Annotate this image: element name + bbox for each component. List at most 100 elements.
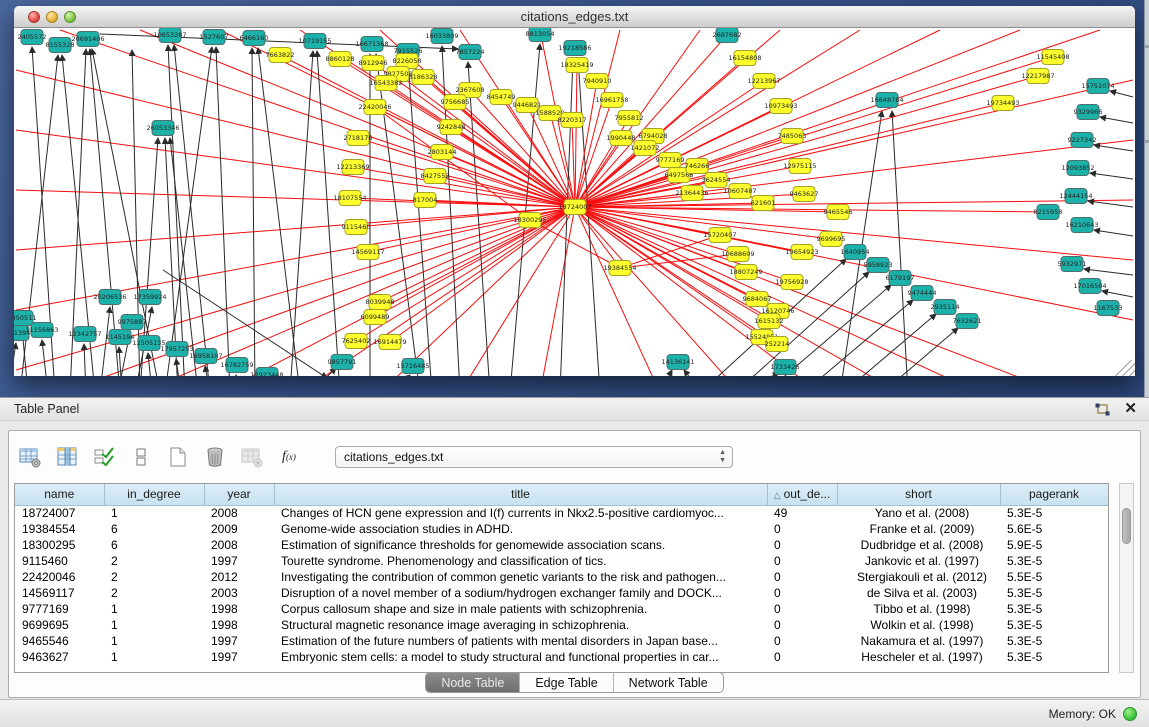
graph-node[interactable]: 15751074	[1081, 79, 1114, 94]
table-row[interactable]: 1830029562008Estimation of significance …	[15, 537, 1108, 553]
table-row[interactable]: 1938455462009Genome-wide association stu…	[15, 521, 1108, 537]
cell-short[interactable]: Jankovic et al. (1997)	[837, 553, 1000, 569]
cell-short[interactable]: Yano et al. (2008)	[837, 505, 1000, 521]
close-icon[interactable]: ✕	[1124, 401, 1137, 417]
cell-name[interactable]: 9115460	[15, 553, 104, 569]
graph-node[interactable]: 8860128	[326, 52, 355, 67]
graph-node[interactable]: 8039948	[366, 295, 395, 310]
graph-node[interactable]: 14569117	[351, 245, 384, 260]
cell-year[interactable]: 1998	[204, 617, 274, 633]
graph-node[interactable]: 2935114	[931, 300, 960, 315]
delete-column-icon[interactable]	[202, 444, 228, 470]
graph-node[interactable]: 7940910	[583, 74, 612, 89]
cell-short[interactable]: Franke et al. (2009)	[837, 521, 1000, 537]
cell-pagerank[interactable]: 5.3E-5	[1000, 633, 1108, 649]
cell-title[interactable]: Changes of HCN gene expression and I(f) …	[274, 505, 767, 521]
graph-node[interactable]: 2405572	[18, 30, 47, 45]
graph-node[interactable]: 8155328	[46, 38, 75, 53]
cell-title[interactable]: Genome-wide association studies in ADHD.	[274, 521, 767, 537]
graph-node[interactable]: 5958923	[864, 258, 893, 273]
graph-node[interactable]: 7663822	[266, 48, 295, 63]
graph-node[interactable]: 10719155	[298, 34, 331, 49]
graph-node[interactable]: 621601	[751, 196, 776, 211]
cell-in-degree[interactable]: 1	[104, 649, 204, 665]
graph-node[interactable]: 9465546	[824, 205, 853, 220]
graph-node[interactable]: 9115460	[342, 220, 371, 235]
graph-node[interactable]: 12975115	[783, 159, 816, 174]
graph-node[interactable]: 8186328	[409, 70, 438, 85]
graph-node[interactable]: 746266	[685, 159, 710, 174]
graph-node[interactable]: 9756685	[441, 95, 470, 110]
graph-node[interactable]: 8427552	[421, 169, 450, 184]
graph-node[interactable]: 9684067	[743, 292, 772, 307]
cell-title[interactable]: Estimation of the future numbers of pati…	[274, 633, 767, 649]
network-window-titlebar[interactable]: citations_edges.txt	[14, 6, 1135, 28]
cell-out-de-[interactable]: 0	[767, 633, 837, 649]
graph-node[interactable]: 1615132	[755, 314, 784, 329]
cell-year[interactable]: 2008	[204, 505, 274, 521]
graph-node[interactable]: 9699695	[817, 232, 846, 247]
cell-title[interactable]: Investigating the contribution of common…	[274, 569, 767, 585]
tab-network-table[interactable]: Network Table	[614, 673, 723, 692]
cell-year[interactable]: 1998	[204, 601, 274, 617]
cell-pagerank[interactable]: 5.3E-5	[1000, 553, 1108, 569]
tab-edge-table[interactable]: Edge Table	[520, 673, 613, 692]
column-header-out-de-[interactable]: △out_de...	[767, 484, 837, 505]
graph-node[interactable]: 3624554	[702, 173, 731, 188]
cell-short[interactable]: Dudbridge et al. (2008)	[837, 537, 1000, 553]
graph-node[interactable]: 16914479	[373, 335, 406, 350]
graph-node[interactable]: 16671368	[355, 37, 388, 52]
close-button[interactable]	[28, 11, 40, 23]
graph-node[interactable]: 1145194	[106, 330, 135, 345]
table-row[interactable]: 911546021997Tourette syndrome. Phenomeno…	[15, 553, 1108, 569]
graph-node[interactable]: 2687682	[713, 28, 742, 43]
graph-node[interactable]: 1421072	[631, 141, 660, 156]
graph-node[interactable]: 9777169	[656, 153, 685, 168]
graph-node[interactable]: 7625402	[342, 334, 371, 349]
cell-out-de-[interactable]: 0	[767, 569, 837, 585]
cell-short[interactable]: Stergiakouli et al. (2012)	[837, 569, 1000, 585]
graph-node[interactable]: 9227342	[1068, 133, 1097, 148]
graph-node[interactable]: 17016504	[1073, 279, 1106, 294]
delete-table-icon[interactable]	[239, 444, 265, 470]
cell-title[interactable]: Estimation of significance thresholds fo…	[274, 537, 767, 553]
graph-node[interactable]: 7955812	[615, 111, 644, 126]
graph-node[interactable]: 12213369	[336, 160, 369, 175]
graph-node[interactable]: 12217987	[1021, 69, 1054, 84]
graph-node[interactable]: 8215958	[1034, 205, 1063, 220]
graph-node[interactable]: 15716485	[396, 359, 429, 374]
graph-node[interactable]: 7632621	[953, 314, 982, 329]
graph-node[interactable]: 9975887	[118, 315, 147, 330]
cell-pagerank[interactable]: 5.6E-5	[1000, 521, 1108, 537]
table-row[interactable]: 1456911722003Disruption of a novel membe…	[15, 585, 1108, 601]
graph-node[interactable]: 9463627	[790, 187, 819, 202]
select-columns-icon[interactable]	[91, 444, 117, 470]
graph-node[interactable]: 15720407	[703, 228, 736, 243]
graph-node[interactable]: 16154808	[728, 51, 761, 66]
cell-in-degree[interactable]: 6	[104, 521, 204, 537]
cell-out-de-[interactable]: 49	[767, 505, 837, 521]
network-window[interactable]: citations_edges.txt 24055728155328206914…	[14, 6, 1135, 376]
cell-out-de-[interactable]: 0	[767, 537, 837, 553]
graph-node[interactable]: 9857791	[328, 355, 357, 370]
cell-in-degree[interactable]: 6	[104, 537, 204, 553]
graph-node[interactable]: 19384554	[603, 261, 636, 276]
table-row[interactable]: 946554611997Estimation of the future num…	[15, 633, 1108, 649]
graph-node[interactable]: 19734493	[986, 96, 1019, 111]
graph-node[interactable]: 817004	[413, 193, 438, 208]
cell-year[interactable]: 2008	[204, 537, 274, 553]
cell-in-degree[interactable]: 2	[104, 569, 204, 585]
graph-node[interactable]: 12213967	[747, 74, 780, 89]
graph-node[interactable]: 26053346	[146, 121, 179, 136]
function-builder-icon[interactable]: f(x)	[276, 444, 302, 470]
new-table-icon[interactable]	[165, 444, 191, 470]
cell-title[interactable]: Structural magnetic resonance image aver…	[274, 617, 767, 633]
table-row[interactable]: 2242004622012Investigating the contribut…	[15, 569, 1108, 585]
cell-year[interactable]: 2009	[204, 521, 274, 537]
cell-year[interactable]: 1997	[204, 633, 274, 649]
cell-out-de-[interactable]: 0	[767, 585, 837, 601]
graph-node[interactable]: 12093852	[1061, 161, 1094, 176]
graph-node[interactable]: 2803144	[428, 145, 457, 160]
cell-name[interactable]: 18724007	[15, 505, 104, 521]
cell-year[interactable]: 2003	[204, 585, 274, 601]
